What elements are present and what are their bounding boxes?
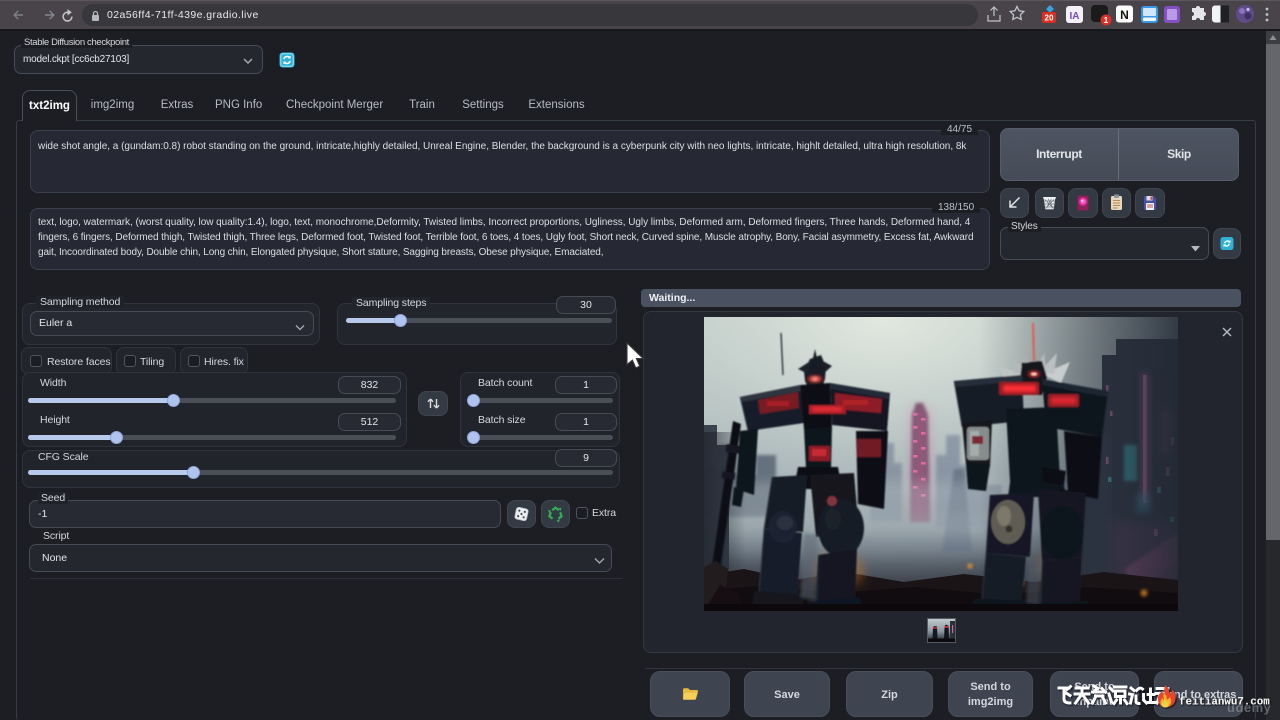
- svg-text:N: N: [1120, 8, 1129, 22]
- svg-text:1: 1: [1104, 16, 1109, 25]
- svg-text:feitianwu7.com: feitianwu7.com: [1179, 697, 1270, 709]
- svg-text:IA: IA: [1070, 11, 1080, 22]
- svg-text:20: 20: [1045, 14, 1054, 23]
